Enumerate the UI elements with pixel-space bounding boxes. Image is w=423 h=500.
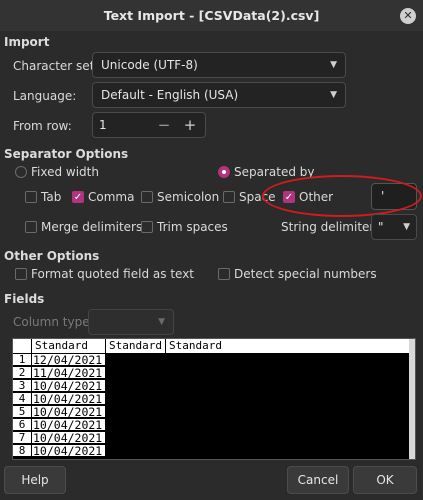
special-numbers-label[interactable]: Detect special numbers [234, 267, 377, 281]
quoted-field-checkbox[interactable] [15, 268, 27, 280]
other-options-section-label: Other Options [4, 249, 100, 263]
table-cell[interactable]: 10/04/2021 [32, 406, 105, 418]
table-cell[interactable]: 11/04/2021 [32, 367, 105, 379]
special-numbers-checkbox[interactable] [218, 268, 230, 280]
trim-spaces-checkbox[interactable] [141, 221, 153, 233]
row-number: 3 [13, 380, 31, 392]
separated-by-radio[interactable] [218, 166, 230, 178]
table-cell[interactable]: 10/04/2021 [32, 419, 105, 431]
row-number: 8 [13, 445, 31, 457]
column-header[interactable]: Standard [32, 339, 106, 353]
vertical-scrollbar[interactable] [409, 339, 415, 459]
column-header[interactable]: Standard [166, 339, 409, 353]
language-value: Default - English (USA) [101, 88, 239, 102]
row-number: 1 [13, 354, 31, 366]
fields-section-label: Fields [4, 292, 45, 306]
row-number: 2 [13, 367, 31, 379]
semicolon-label[interactable]: Semicolon [157, 190, 219, 204]
chevron-down-icon: ▼ [330, 60, 337, 70]
merge-delimiters-checkbox[interactable] [25, 221, 37, 233]
fixed-width-label[interactable]: Fixed width [31, 165, 99, 179]
table-cell[interactable]: 12/04/2021 [32, 354, 105, 366]
string-delimiter-value: " [378, 220, 384, 234]
charset-dropdown[interactable]: Unicode (UTF-8) ▼ [92, 52, 346, 78]
column-type-label: Column type: [13, 315, 94, 329]
comma-label[interactable]: Comma [88, 190, 134, 204]
quoted-field-label[interactable]: Format quoted field as text [31, 267, 194, 281]
trim-spaces-label[interactable]: Trim spaces [157, 220, 228, 234]
chevron-down-icon: ▼ [330, 90, 337, 100]
comma-checkbox[interactable]: ✓ [72, 191, 84, 203]
column-header[interactable]: Standard [106, 339, 166, 353]
column-type-dropdown[interactable]: ▼ [88, 309, 174, 335]
merge-delimiters-label[interactable]: Merge delimiters [41, 220, 142, 234]
row-number: 7 [13, 432, 31, 444]
import-section-label: Import [4, 35, 50, 49]
chevron-down-icon: ▼ [403, 222, 410, 232]
language-label: Language: [13, 89, 77, 103]
row-number: 4 [13, 393, 31, 405]
row-number: 5 [13, 406, 31, 418]
charset-value: Unicode (UTF-8) [101, 58, 198, 72]
semicolon-checkbox[interactable] [141, 191, 153, 203]
ok-button[interactable]: OK [353, 466, 417, 494]
table-cell[interactable]: 10/04/2021 [32, 380, 105, 392]
charset-label: Character set: [13, 59, 99, 73]
tab-checkbox[interactable] [25, 191, 37, 203]
decrement-button[interactable]: − [151, 113, 177, 137]
fixed-width-radio[interactable] [15, 166, 27, 178]
cancel-button[interactable]: Cancel [287, 466, 349, 494]
language-dropdown[interactable]: Default - English (USA) ▼ [92, 82, 346, 108]
tab-label[interactable]: Tab [41, 190, 61, 204]
string-delimiter-label: String delimiter: [281, 220, 379, 234]
table-cell[interactable]: 10/04/2021 [32, 432, 105, 444]
fromrow-value: 1 [99, 118, 107, 132]
table-cell[interactable]: 10/04/2021 [32, 445, 105, 457]
table-cell[interactable]: 10/04/2021 [32, 393, 105, 405]
window-title: Text Import - [CSVData(2).csv] [103, 8, 320, 23]
preview-grid[interactable]: Standard Standard Standard 1 2 3 4 5 6 7… [12, 338, 416, 460]
increment-button[interactable]: + [177, 113, 203, 137]
chevron-down-icon: ▼ [158, 317, 165, 327]
corner-cell [13, 339, 32, 353]
close-icon[interactable]: ✕ [400, 8, 416, 24]
row-number: 6 [13, 419, 31, 431]
string-delimiter-dropdown[interactable]: " ▼ [371, 214, 417, 240]
space-checkbox[interactable] [223, 191, 235, 203]
help-button[interactable]: Help [4, 466, 66, 494]
fromrow-stepper[interactable]: 1 − + [92, 112, 206, 138]
separator-section-label: Separator Options [4, 147, 129, 161]
red-highlight-ellipse [262, 175, 422, 217]
fromrow-label: From row: [13, 119, 72, 133]
